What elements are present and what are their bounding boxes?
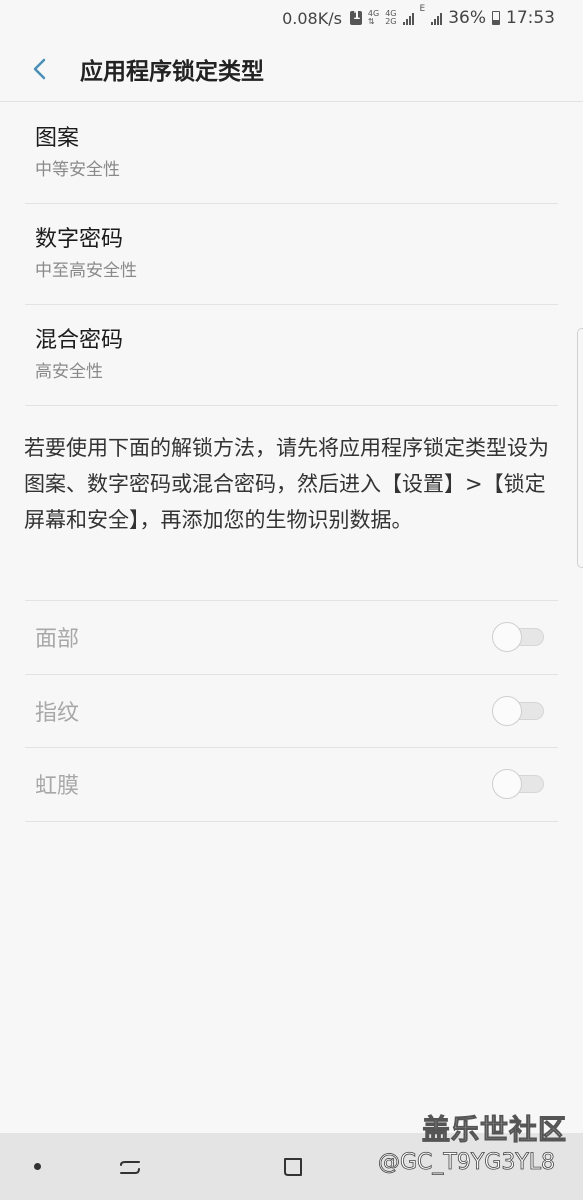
lock-type-title: 混合密码 <box>35 328 124 353</box>
lock-type-title: 数字密码 <box>35 227 124 252</box>
watermark-site: 盖乐世社区 <box>421 1113 568 1147</box>
home-icon <box>284 1157 302 1176</box>
lock-type-password[interactable]: 混合密码 高安全性 <box>25 305 558 406</box>
data-arrows-icon: ⇅ <box>367 17 375 26</box>
back-button[interactable] <box>0 36 80 102</box>
watermark-user: @GC_T9YG3YL8 <box>378 1150 556 1176</box>
face-toggle[interactable] <box>492 622 546 653</box>
biometrics-info-text: 若要使用下面的解锁方法，请先将应用程序锁定类型设为图案、数字密码或混合密码，然后… <box>24 436 549 532</box>
lock-type-list: 图案 中等安全性 数字密码 中至高安全性 混合密码 高安全性 <box>25 103 558 406</box>
app-bar: 应用程序锁定类型 <box>0 36 583 102</box>
biometric-fingerprint-row[interactable]: 指纹 <box>25 675 558 748</box>
toggle-knob <box>492 769 522 800</box>
signal-2-icon <box>431 11 443 25</box>
toggle-knob <box>492 695 522 726</box>
nav-dot-button[interactable] <box>0 1133 82 1200</box>
recent-apps-button[interactable] <box>85 1133 175 1200</box>
dot-icon <box>33 1163 41 1170</box>
biometric-label: 指纹 <box>35 700 80 726</box>
network-type-4g-icon: 4G ⇅ <box>368 10 379 26</box>
recent-apps-icon <box>120 1160 140 1174</box>
biometric-label: 面部 <box>35 627 80 653</box>
lock-type-security-level: 中至高安全性 <box>35 261 137 281</box>
lock-type-pin[interactable]: 数字密码 中至高安全性 <box>25 204 558 305</box>
lock-type-pattern[interactable]: 图案 中等安全性 <box>25 103 558 204</box>
biometric-face-row[interactable]: 面部 <box>25 601 558 675</box>
toggle-knob <box>492 622 522 653</box>
lock-type-title: 图案 <box>35 126 80 151</box>
chevron-left-icon <box>33 58 46 79</box>
fingerprint-toggle[interactable] <box>492 695 546 726</box>
battery-icon <box>492 11 500 25</box>
lock-type-security-level: 高安全性 <box>35 362 103 382</box>
home-button[interactable] <box>248 1133 338 1200</box>
status-bar: 0.08K/s 4G ⇅ 4G 2G E 36% 17:53 <box>0 0 583 36</box>
battery-percent: 36% <box>448 8 486 28</box>
network-speed: 0.08K/s <box>282 8 342 28</box>
network-e-icon: E <box>419 4 426 14</box>
biometric-label: 虹膜 <box>35 774 80 800</box>
network-type-4g-2g-icon: 4G 2G <box>385 10 396 26</box>
biometric-iris-row[interactable]: 虹膜 <box>25 748 558 822</box>
iris-toggle[interactable] <box>492 769 546 800</box>
signal-1-icon <box>402 11 414 25</box>
biometrics-list: 面部 指纹 虹膜 <box>25 601 558 822</box>
net-type-label: 2G <box>385 17 397 26</box>
page-title: 应用程序锁定类型 <box>80 58 264 85</box>
lock-type-security-level: 中等安全性 <box>35 160 120 180</box>
edge-panel-handle[interactable] <box>577 328 583 568</box>
screen: 0.08K/s 4G ⇅ 4G 2G E 36% 17:53 应用程序锁定类型 <box>0 0 583 1200</box>
sim-1-icon <box>349 9 362 25</box>
clock: 17:53 <box>506 8 555 28</box>
